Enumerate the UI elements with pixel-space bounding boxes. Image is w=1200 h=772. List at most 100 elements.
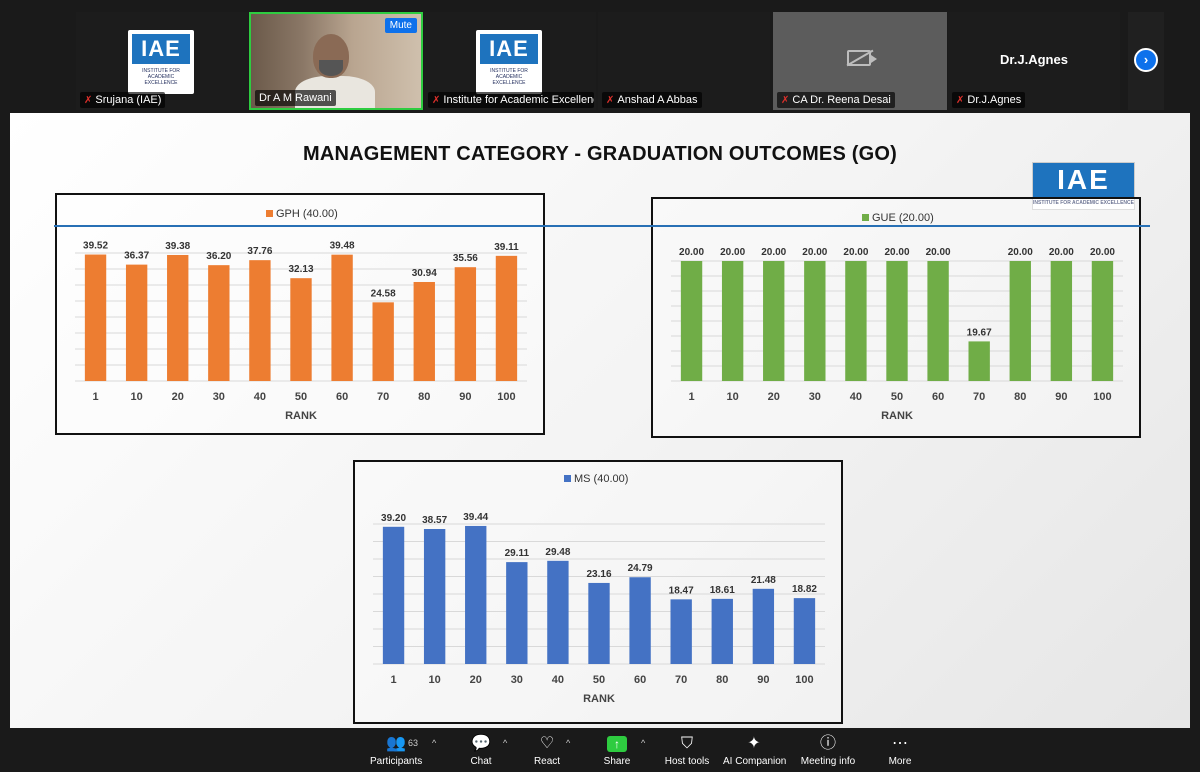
chart-bar xyxy=(588,582,610,664)
bar-data-label: 20.00 xyxy=(1049,247,1074,258)
chart-bar xyxy=(670,599,692,664)
share-button[interactable]: ↑ Share xyxy=(602,734,632,767)
participants-label: Participants xyxy=(370,756,423,767)
host-tools-button[interactable]: ⛉ Host tools xyxy=(664,734,710,767)
chart-bar xyxy=(1091,261,1114,381)
more-icon: ⋯ xyxy=(892,735,908,752)
x-tick-label: 30 xyxy=(809,391,821,403)
slide-title: MANAGEMENT CATEGORY - GRADUATION OUTCOME… xyxy=(303,143,897,165)
legend-label: GPH (40.00) xyxy=(276,208,338,220)
share-icon: ↑ xyxy=(602,734,632,754)
participant-tile-iae[interactable]: IAE INSTITUTE FOR ACADEMIC EXCELLENCE ✗ I… xyxy=(424,12,596,110)
chat-button[interactable]: 💬 Chat xyxy=(466,734,496,767)
participant-name: ✗Institute for Academic Excellence... xyxy=(428,92,594,108)
shield-icon: ⛉ xyxy=(680,735,693,752)
bar-data-label: 23.16 xyxy=(586,569,611,580)
ai-companion-button[interactable]: ✦ AI Companion xyxy=(723,734,786,767)
sparkle-icon: ✦ xyxy=(747,735,761,752)
x-tick-label: 1 xyxy=(688,391,694,403)
bar-data-label: 29.48 xyxy=(545,547,570,558)
legend-label: GUE (20.00) xyxy=(872,212,934,224)
chart-bar xyxy=(506,562,528,664)
chat-icon: 💬 xyxy=(471,735,491,752)
chart-bar xyxy=(167,254,189,381)
participant-tile-anshad[interactable]: ✗ Anshad A Abbas xyxy=(598,12,770,110)
bar-data-label: 20.00 xyxy=(926,247,951,258)
chart-bar xyxy=(845,261,867,381)
meeting-info-label: Meeting info xyxy=(800,756,856,767)
bar-data-label: 20.00 xyxy=(720,247,745,258)
x-tick-label: 40 xyxy=(850,391,862,403)
bar-data-label: 29.11 xyxy=(505,548,530,559)
bar-data-label: 20.00 xyxy=(1008,247,1033,258)
x-axis-label: RANK xyxy=(583,693,615,705)
bar-data-label: 38.57 xyxy=(422,515,447,526)
chart-bar xyxy=(1009,261,1031,381)
bar-data-label: 24.58 xyxy=(371,288,396,299)
participants-caret-icon[interactable]: ^ xyxy=(432,738,436,748)
x-tick-label: 50 xyxy=(295,391,307,403)
x-tick-label: 40 xyxy=(254,391,266,403)
x-tick-label: 40 xyxy=(552,674,564,686)
muted-mic-icon: ✗ xyxy=(432,95,441,106)
x-tick-label: 20 xyxy=(172,391,184,403)
chart-ms: MS (40.00) 39.20 1 38.57 10 39.44 20 29.11 30 29.… xyxy=(353,460,843,724)
logo-text: IAE xyxy=(1033,163,1134,197)
bar-data-label: 24.79 xyxy=(628,563,653,574)
participant-strip: IAE INSTITUTE FOR ACADEMIC EXCELLENCE ✗ S… xyxy=(0,0,1200,112)
legend-swatch xyxy=(564,475,571,482)
bar-data-label: 20.00 xyxy=(802,247,827,258)
x-tick-label: 70 xyxy=(675,674,687,686)
meeting-window: IAE INSTITUTE FOR ACADEMIC EXCELLENCE ✗ S… xyxy=(0,0,1200,772)
chart-bar xyxy=(84,254,107,381)
chart-bar xyxy=(382,526,405,664)
participant-name-text: Srujana (IAE) xyxy=(95,94,162,106)
chat-label: Chat xyxy=(470,756,492,767)
mute-button[interactable]: Mute xyxy=(384,18,417,33)
divider-line xyxy=(54,225,1150,227)
react-button[interactable]: ♡ React xyxy=(532,734,562,767)
host-tools-label: Host tools xyxy=(664,756,710,767)
x-tick-label: 90 xyxy=(757,674,769,686)
shared-slide: MANAGEMENT CATEGORY - GRADUATION OUTCOME… xyxy=(10,113,1190,728)
iae-logo: IAE INSTITUTE FOR ACADEMIC EXCELLENCE xyxy=(128,30,194,94)
participant-tile-agnes[interactable]: Dr.J.Agnes ✗ Dr.J.Agnes xyxy=(948,12,1120,110)
x-tick-label: 90 xyxy=(459,391,471,403)
muted-mic-icon: ✗ xyxy=(606,95,615,106)
chart-bar xyxy=(629,577,651,664)
x-tick-label: 10 xyxy=(429,674,441,686)
participant-tile-srujana[interactable]: IAE INSTITUTE FOR ACADEMIC EXCELLENCE ✗ S… xyxy=(76,12,248,110)
chart-legend: GUE (20.00) xyxy=(862,212,934,224)
chat-caret-icon[interactable]: ^ xyxy=(503,738,507,748)
x-axis-label: RANK xyxy=(881,410,913,422)
x-tick-label: 80 xyxy=(1014,391,1026,403)
x-tick-label: 60 xyxy=(336,391,348,403)
participant-name-text: CA Dr. Reena Desai xyxy=(792,94,891,106)
participant-tile-reena[interactable]: ✗ CA Dr. Reena Desai xyxy=(773,12,947,110)
x-tick-label: 80 xyxy=(418,391,430,403)
bar-data-label: 20.00 xyxy=(843,247,868,258)
x-tick-label: 10 xyxy=(727,391,739,403)
chart-gph: GPH (40.00) 39.52 1 36.37 10 39.38 20 36.20 30 37… xyxy=(55,193,545,435)
bar-data-label: 32.13 xyxy=(288,264,313,275)
chart-bar xyxy=(413,281,435,381)
more-button[interactable]: ⋯ More xyxy=(884,734,916,767)
muted-mic-icon: ✗ xyxy=(781,95,790,106)
legend-label: MS (40.00) xyxy=(574,473,628,485)
chart-ms-svg: MS (40.00) 39.20 1 38.57 10 39.44 20 29.11 30 29.… xyxy=(373,473,825,705)
participant-tile-rawani[interactable]: Mute Dr A M Rawani xyxy=(249,12,423,110)
chart-bar xyxy=(465,525,487,664)
logo-subtitle: INSTITUTE FOR ACADEMIC EXCELLENCE xyxy=(490,68,528,86)
share-caret-icon[interactable]: ^ xyxy=(641,738,645,748)
x-tick-label: 70 xyxy=(973,391,985,403)
bar-data-label: 39.44 xyxy=(463,512,488,523)
x-tick-label: 1 xyxy=(390,674,396,686)
more-label: More xyxy=(888,756,912,767)
bar-data-label: 18.61 xyxy=(710,585,735,596)
meeting-info-button[interactable]: ⓘ Meeting info xyxy=(800,734,856,767)
next-page-arrow-icon[interactable]: › xyxy=(1134,48,1158,72)
react-caret-icon[interactable]: ^ xyxy=(566,738,570,748)
chart-bar xyxy=(804,261,826,381)
info-icon: ⓘ xyxy=(819,735,836,752)
chart-bar xyxy=(249,260,271,381)
